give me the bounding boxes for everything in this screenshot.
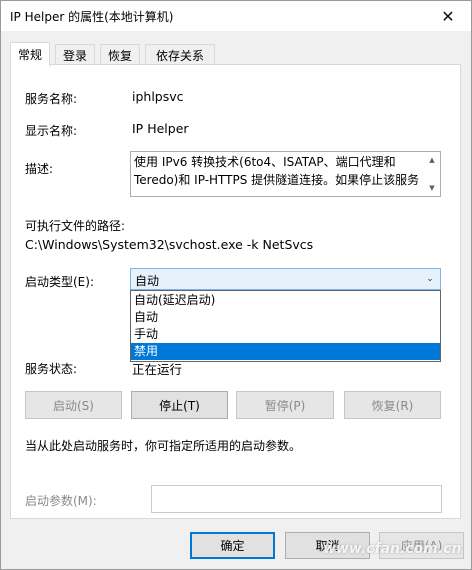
service-name-value: iphlpsvc [132,89,184,104]
scroll-up-icon[interactable]: ▲ [424,153,440,167]
start-params-input[interactable] [151,485,442,513]
scroll-track[interactable] [427,167,437,181]
startup-type-select[interactable]: 自动 ⌄ [130,268,441,290]
startup-option-delayed-auto[interactable]: 自动(延迟启动) [131,292,440,309]
startup-type-label: 启动类型(E): [25,275,94,289]
display-name-label: 显示名称: [25,124,78,138]
close-button[interactable]: ✕ [425,1,471,31]
close-icon: ✕ [441,6,455,26]
title-bar: IP Helper 的属性(本地计算机) ✕ [1,1,471,31]
startup-type-dropdown-list: 自动(延迟启动) 自动 手动 禁用 [130,290,441,362]
description-text: 使用 IPv6 转换技术(6to4、ISATAP、端口代理和 Teredo)和 … [134,155,420,187]
startup-option-auto[interactable]: 自动 [131,309,440,326]
scroll-down-icon[interactable]: ▼ [424,181,440,195]
service-name-label: 服务名称: [25,92,78,106]
site-watermark: www.cfan.com.cn [323,541,462,557]
resume-service-button[interactable]: 恢复(R) [344,391,441,419]
start-params-hint: 当从此处启动服务时，你可指定所适用的启动参数。 [25,439,302,453]
exe-path-value: C:\Windows\System32\svchost.exe -k NetSv… [25,237,314,252]
window-title: IP Helper 的属性(本地计算机) [10,10,174,24]
description-label: 描述: [25,162,54,176]
tab-recovery[interactable]: 恢复 [100,44,140,65]
exe-path-label: 可执行文件的路径: [25,219,126,233]
tab-general[interactable]: 常规 [10,42,50,66]
startup-option-disabled[interactable]: 禁用 [131,343,440,360]
start-service-button[interactable]: 启动(S) [25,391,122,419]
ok-button[interactable]: 确定 [190,532,275,559]
properties-dialog: IP Helper 的属性(本地计算机) ✕ 常规 登录 恢复 依存关系 服务名… [0,0,472,570]
chevron-down-icon: ⌄ [426,274,434,284]
tab-logon[interactable]: 登录 [55,44,95,65]
startup-option-manual[interactable]: 手动 [131,326,440,343]
description-box[interactable]: 使用 IPv6 转换技术(6to4、ISATAP、端口代理和 Teredo)和 … [130,151,441,197]
display-name-value: IP Helper [132,121,189,136]
service-status-label: 服务状态: [25,362,78,376]
pause-service-button[interactable]: 暂停(P) [236,391,334,419]
startup-type-selected-value: 自动 [135,274,160,288]
description-scrollbar[interactable]: ▲ ▼ [424,152,440,196]
stop-service-button[interactable]: 停止(T) [131,391,228,419]
start-params-label: 启动参数(M): [25,494,97,508]
tab-dependencies[interactable]: 依存关系 [145,44,215,65]
